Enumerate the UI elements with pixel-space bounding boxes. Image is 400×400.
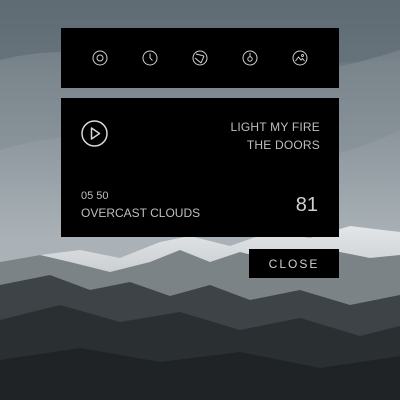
image-icon[interactable] xyxy=(290,48,310,68)
aperture-icon[interactable] xyxy=(190,48,210,68)
temperature: 81 xyxy=(295,194,318,216)
current-time: 05 50 xyxy=(81,190,109,202)
play-icon[interactable] xyxy=(81,120,108,147)
target-icon[interactable] xyxy=(90,48,110,68)
clock-icon[interactable] xyxy=(140,48,160,68)
track-title: LIGHT MY FIRE xyxy=(230,120,320,134)
icon-toolbar xyxy=(61,28,339,88)
close-button[interactable]: CLOSE xyxy=(249,249,339,278)
music-weather-widget: LIGHT MY FIRE THE DOORS 05 50 OVERCAST C… xyxy=(61,98,339,237)
weather-condition: OVERCAST CLOUDS xyxy=(81,206,201,220)
pin-icon[interactable] xyxy=(240,48,260,68)
track-artist: THE DOORS xyxy=(246,138,320,152)
